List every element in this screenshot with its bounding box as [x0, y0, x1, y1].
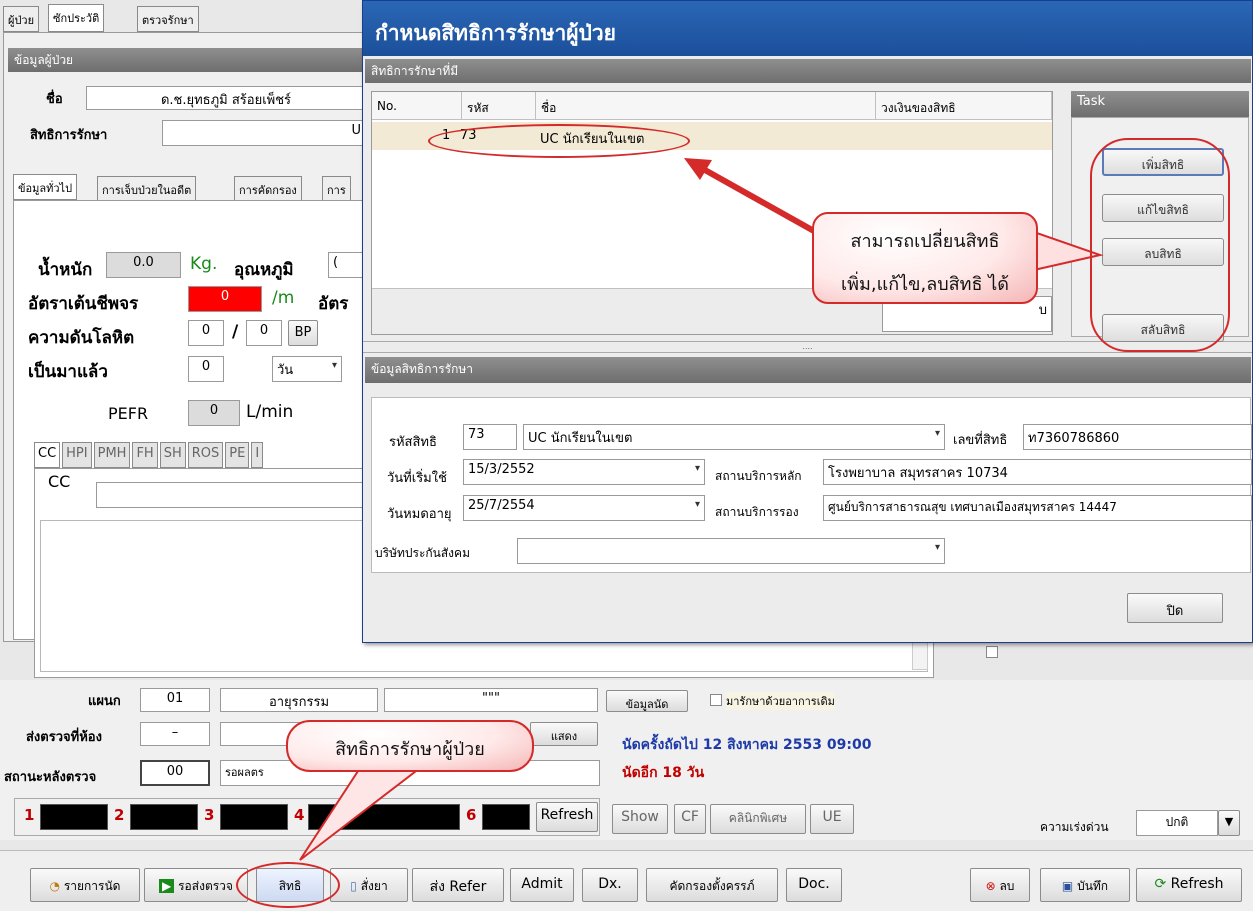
callout-line-2: เพิ่ม,แก้ไข,ลบสิทธิ ได้: [841, 274, 1009, 295]
arrow-to-row: [694, 162, 832, 243]
task-highlight-ring: [1090, 138, 1230, 352]
row-highlight-ring: [428, 124, 690, 158]
rights-callout: สิทธิการรักษาผู้ป่วย: [286, 720, 534, 772]
rights-button-ring: [236, 862, 340, 908]
pointer-tail-rights: [299, 767, 423, 861]
callout-line-1: สามารถเปลี่ยนสิทธิ: [850, 231, 1000, 252]
change-rights-callout: สามารถเปลี่ยนสิทธิ เพิ่ม,แก้ไข,ลบสิทธิ ไ…: [812, 212, 1038, 304]
